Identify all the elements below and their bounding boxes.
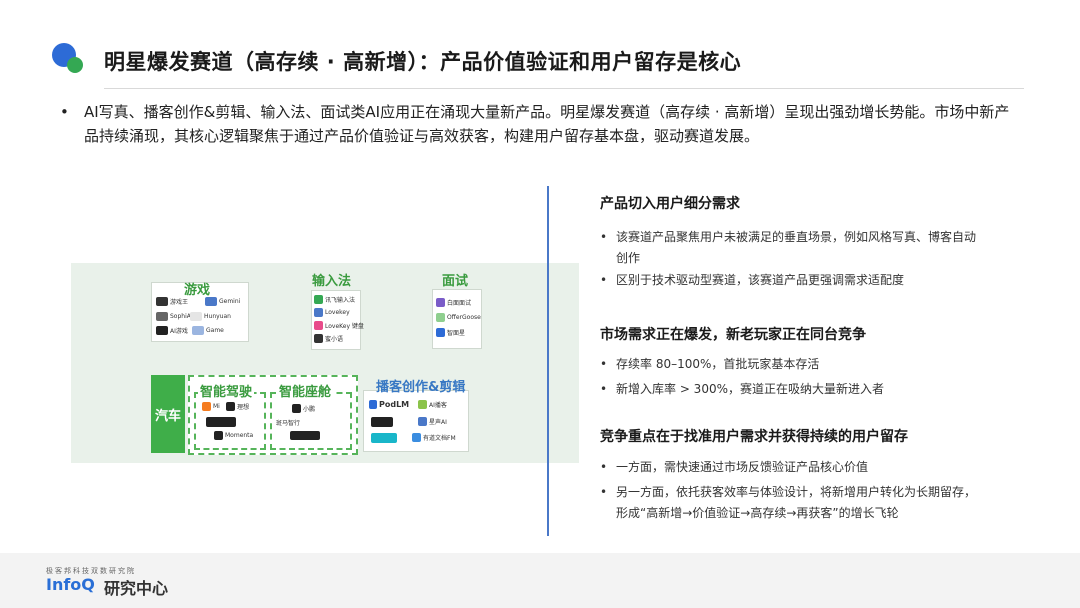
- smart-cabin-logo-1: 小鹏: [292, 404, 315, 413]
- intro-bullet: •: [60, 103, 69, 121]
- page-title: 明星爆发赛道（高存续 · 高新增）：产品价值验证和用户留存是核心: [104, 50, 742, 74]
- podcast-logo-1: PodLM: [369, 400, 409, 409]
- smart-cabin-logo-2: 斑马智行: [276, 420, 301, 427]
- smart-cabin-label: 智能座舱: [277, 381, 334, 400]
- bullet-dot: •: [600, 273, 608, 287]
- footer-brand: InfoQ: [46, 575, 95, 594]
- smart-drive-logo-4: Momenta: [214, 431, 253, 440]
- section-2-bullet-1: 存续率 80–100%，首批玩家基本存活: [616, 357, 820, 371]
- footer-brand-cn: 研究中心: [104, 579, 169, 598]
- podcast-logo-2: AI播客: [418, 400, 447, 409]
- bullet-dot: •: [600, 230, 608, 244]
- section-2-bullet-2: 新增入库率 > 300%，赛道正在吸纳大量新进入者: [616, 382, 884, 396]
- smart-drive-logo-1: Mi: [202, 402, 220, 411]
- bullet-dot: •: [600, 460, 608, 474]
- smart-drive-label: 智能驾驶: [198, 381, 255, 400]
- smart-drive-logo-3: [206, 417, 236, 427]
- section-3-bullet-1: 一方面，需快速通过市场反馈验证产品核心价值: [616, 460, 869, 474]
- games-logo-2: Gemini: [205, 297, 240, 306]
- interview-logo-1: 白面面试: [436, 298, 471, 307]
- title-divider: [104, 88, 1024, 89]
- games-logo-4: Hunyuan: [190, 312, 231, 321]
- games-logo-1: 游戏王: [156, 297, 188, 306]
- input-logo-1: 讯飞输入法: [314, 295, 355, 304]
- podcast-label: 播客创作&剪辑: [376, 380, 466, 395]
- section-1-bullet-1: 该赛道产品聚焦用户未被满足的垂直场景，例如风格写真、博客自动创作: [616, 230, 977, 265]
- bullet-dot: •: [600, 485, 608, 499]
- bullet-dot: •: [600, 357, 608, 371]
- interview-logo-3: 智面星: [436, 328, 465, 337]
- section-1-heading: 产品切入用户细分需求: [600, 196, 740, 212]
- input-logo-4: 蜜小语: [314, 334, 343, 343]
- games-logo-6: Game: [192, 326, 224, 335]
- smart-drive-logo-2: 理想: [226, 402, 249, 411]
- section-2-heading: 市场需求正在爆发，新老玩家正在同台竞争: [600, 327, 866, 343]
- bullet-dot: •: [600, 382, 608, 396]
- input-logo-2: Lovekey: [314, 308, 350, 317]
- section-3-heading: 竞争重点在于找准用户需求并获得持续的用户留存: [600, 429, 908, 445]
- column-divider: [547, 186, 549, 536]
- podcast-logo-4: 星声AI: [418, 417, 447, 426]
- intro-text: AI写真、播客创作&剪辑、输入法、面试类AI应用正在涌现大量新产品。明星爆发赛道…: [84, 103, 1010, 145]
- podcast-logo-5: [371, 433, 397, 443]
- games-label: 游戏: [184, 283, 211, 298]
- logo-dot-green: [67, 57, 83, 73]
- section-3-bullet-2: 另一方面，依托获客效率与体验设计，将新增用户转化为长期留存，形成“高新增→价值验…: [616, 485, 977, 520]
- input-label: 输入法: [312, 274, 352, 289]
- podcast-logo-3: [371, 417, 393, 427]
- games-logo-5: AI游戏: [156, 326, 188, 335]
- interview-label: 面试: [442, 274, 469, 289]
- interview-logo-2: OfferGoose: [436, 313, 481, 322]
- input-logo-3: LoveKey 键盘: [314, 321, 364, 330]
- games-logo-3: SophiA: [156, 312, 191, 321]
- smart-cabin-logo-3: [290, 431, 320, 440]
- podcast-logo-6: 有道文档FM: [412, 433, 456, 442]
- section-1-bullet-2: 区别于技术驱动型赛道，该赛道产品更强调需求适配度: [616, 273, 905, 287]
- auto-label: 汽车: [151, 375, 185, 453]
